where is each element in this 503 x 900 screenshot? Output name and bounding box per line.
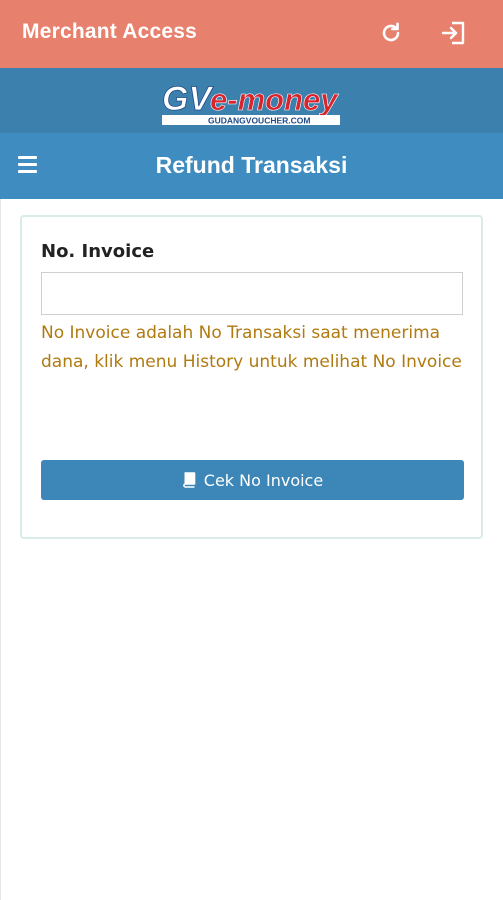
page-edge-divider	[0, 199, 1, 900]
app-bar: Merchant Access	[0, 0, 503, 68]
invoice-input[interactable]	[41, 272, 463, 315]
logo-money-text: e-money	[210, 82, 339, 117]
page-header: Refund Transaksi	[0, 133, 503, 199]
invoice-label: No. Invoice	[41, 241, 155, 262]
cek-invoice-label: Cek No Invoice	[203, 470, 324, 490]
logo-gv-text: GV	[162, 80, 214, 118]
refresh-icon	[382, 22, 400, 42]
app-title: Merchant Access	[22, 20, 197, 43]
cek-invoice-button[interactable]: Cek No Invoice	[41, 460, 464, 500]
brand-banner: GV e-money GUDANGVOUCHER.COM	[0, 68, 503, 133]
logout-button[interactable]	[438, 18, 468, 48]
gv-emoney-logo: GV e-money GUDANGVOUCHER.COM	[162, 80, 340, 126]
logout-icon	[441, 21, 465, 45]
refresh-button[interactable]	[376, 18, 406, 48]
invoice-help-text: No Invoice adalah No Transaksi saat mene…	[41, 323, 462, 372]
page-title: Refund Transaksi	[155, 152, 348, 178]
logo-sub-text: GUDANGVOUCHER.COM	[208, 116, 310, 126]
book-icon	[182, 472, 196, 488]
refund-form-card: No. Invoice No Invoice adalah No Transak…	[20, 215, 483, 539]
